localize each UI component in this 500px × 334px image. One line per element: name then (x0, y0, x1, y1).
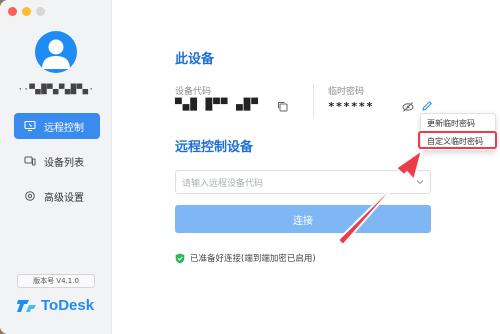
todesk-logo-icon (17, 299, 36, 312)
username: ··▀▄█▀▄▀▄█▀▄· (17, 85, 95, 95)
copy-icon[interactable] (276, 100, 288, 112)
brand-name: ToDesk (41, 297, 95, 314)
eye-hidden-icon[interactable] (402, 101, 414, 113)
close-window-button[interactable] (8, 7, 17, 16)
device-list-icon (24, 155, 36, 167)
sidebar: ··▀▄█▀▄▀▄█▀▄· 远程控制 设备列表 高级设置 版本号 V4.1.0 (0, 0, 112, 334)
user-icon (42, 39, 70, 69)
sidebar-item-advanced-settings[interactable]: 高级设置 (14, 183, 100, 209)
app-window: ··▀▄█▀▄▀▄█▀▄· 远程控制 设备列表 高级设置 版本号 V4.1.0 (0, 0, 500, 334)
connect-button[interactable]: 连接 (175, 205, 431, 233)
edit-pencil-icon[interactable] (421, 100, 433, 112)
connection-status: 已准备好连接(端到端加密已启用) (175, 252, 316, 264)
input-placeholder: 请输入远程设备代码 (182, 178, 264, 189)
annotation-highlight-box (418, 131, 497, 149)
chevron-down-icon[interactable] (415, 177, 425, 187)
brand-logo: ToDesk (17, 297, 94, 314)
sidebar-item-label: 高级设置 (44, 192, 84, 204)
monitor-icon (24, 120, 36, 132)
status-text: 已准备好连接(端到端加密已启用) (190, 254, 316, 264)
zoom-window-button[interactable] (36, 7, 45, 16)
menu-item-refresh-password[interactable]: 更新临时密码 (427, 118, 475, 129)
version-badge: 版本号 V4.1.0 (17, 274, 95, 288)
temp-password-label: 临时密码 (328, 87, 365, 97)
main-panel: 此设备 设备代码 ▀▄█ █▀▀ ▄█▀ 临时密码 ****** 远程控制设备 … (112, 0, 500, 334)
remote-section-title: 远程控制设备 (175, 140, 254, 155)
sidebar-item-label: 远程控制 (44, 122, 84, 134)
device-code-value: ▀▄█ █▀▀ ▄█▀ (175, 98, 259, 111)
avatar[interactable] (35, 31, 77, 73)
gear-icon (24, 190, 36, 202)
sidebar-item-device-list[interactable]: 设备列表 (14, 148, 100, 174)
shield-check-icon (175, 253, 185, 263)
sidebar-item-label: 设备列表 (44, 157, 84, 169)
minimize-window-button[interactable] (22, 7, 31, 16)
device-code-label: 设备代码 (175, 87, 212, 97)
device-section-title: 此设备 (175, 52, 215, 67)
sidebar-item-remote-control[interactable]: 远程控制 (14, 113, 100, 139)
window-controls (8, 7, 45, 16)
temp-password-value: ****** (328, 100, 374, 113)
divider (313, 84, 314, 118)
remote-device-code-input[interactable]: 请输入远程设备代码 (175, 170, 431, 194)
